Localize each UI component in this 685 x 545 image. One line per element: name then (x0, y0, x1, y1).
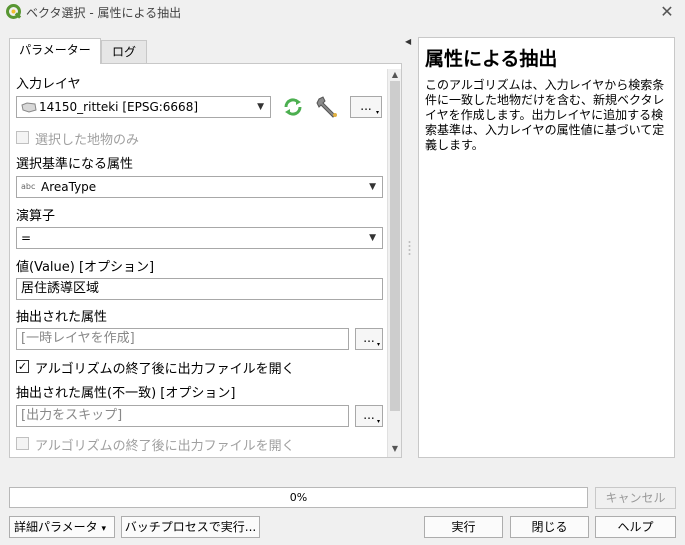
help-description: このアルゴリズムは、入力レイヤから検索条件に一致した地物だけを含む、新規ベクタレ… (425, 78, 665, 152)
collapse-arrow-icon[interactable]: ◀ (405, 37, 411, 46)
attribute-value: AreaType (41, 180, 97, 194)
extracted-output-options-button[interactable]: ... ▾ (355, 328, 383, 350)
parameters-scrollbar[interactable]: ▲ ▼ (387, 69, 401, 457)
open-after2-label: アルゴリズムの終了後に出力ファイルを開く (35, 439, 295, 454)
text-field-type-icon: abc (21, 182, 36, 191)
open-after-checkbox[interactable]: ✓ (16, 360, 29, 373)
close-button[interactable]: 閉じる (510, 516, 589, 538)
scroll-thumb[interactable] (390, 81, 400, 411)
input-layer-value: 14150_ritteki [EPSG:6668] (39, 100, 199, 114)
advanced-label: 詳細パラメータ (14, 520, 98, 534)
value-input[interactable]: 居住誘導区域 (16, 278, 383, 300)
selected-only-label: 選択した地物のみ (35, 133, 140, 148)
progress-bar: 0% (9, 487, 588, 508)
dots-label: ... (360, 99, 372, 113)
help-title: 属性による抽出 (425, 48, 558, 70)
advanced-parameters-button[interactable]: 詳細パラメータ ▾ (9, 516, 115, 538)
help-button[interactable]: ヘルプ (595, 516, 676, 538)
tab-log[interactable]: ログ (101, 40, 147, 64)
dots-label: ... (363, 408, 375, 422)
selected-only-checkbox[interactable] (16, 131, 29, 144)
chevron-down-icon: ▼ (369, 182, 376, 192)
input-layer-combo[interactable]: 14150_ritteki [EPSG:6668] ▼ (16, 96, 271, 118)
splitter-handle[interactable] (408, 240, 411, 258)
attribute-combo[interactable]: abc AreaType ▼ (16, 176, 383, 198)
nonmatching-output-field[interactable]: [出力をスキップ] (16, 405, 349, 427)
title-bar: ベクタ選択 - 属性による抽出 ✕ (0, 0, 685, 24)
value-label: 値(Value) [オプション] (16, 260, 155, 275)
operator-value: = (21, 231, 32, 245)
chevron-down-icon: ▾ (376, 341, 380, 348)
scroll-down-icon[interactable]: ▼ (388, 443, 402, 455)
run-button[interactable]: 実行 (424, 516, 503, 538)
chevron-down-icon: ▾ (376, 418, 380, 425)
input-layer-label: 入力レイヤ (16, 77, 81, 92)
extracted-output-field[interactable]: [一時レイヤを作成] (16, 328, 349, 350)
window-title: ベクタ選択 - 属性による抽出 (26, 6, 182, 20)
cancel-button[interactable]: キャンセル (595, 487, 676, 509)
nonmatching-output-options-button[interactable]: ... ▾ (355, 405, 383, 427)
help-panel: 属性による抽出 このアルゴリズムは、入力レイヤから検索条件に一致した地物だけを含… (418, 37, 675, 458)
nonmatching-label: 抽出された属性(不一致) [オプション] (16, 386, 236, 401)
tab-parameters[interactable]: パラメーター (9, 38, 101, 64)
polygon-layer-icon (21, 102, 37, 113)
operator-label: 演算子 (16, 209, 56, 224)
qgis-logo-icon (6, 4, 22, 19)
operator-combo[interactable]: = ▼ (16, 227, 383, 249)
attribute-label: 選択基準になる属性 (16, 157, 134, 172)
chevron-down-icon: ▾ (375, 109, 379, 116)
refresh-icon[interactable] (281, 96, 305, 118)
input-layer-options-button[interactable]: ... ▾ (350, 96, 382, 118)
chevron-down-icon: ▼ (257, 102, 264, 112)
open-after2-checkbox[interactable] (16, 437, 29, 450)
open-after-label: アルゴリズムの終了後に出力ファイルを開く (35, 362, 295, 377)
close-icon[interactable]: ✕ (657, 2, 677, 22)
wrench-icon[interactable] (315, 95, 341, 119)
batch-process-button[interactable]: バッチプロセスで実行... (121, 516, 260, 538)
chevron-down-icon: ▼ (369, 233, 376, 243)
chevron-down-icon: ▾ (101, 524, 107, 534)
dots-label: ... (363, 331, 375, 345)
scroll-up-icon[interactable]: ▲ (388, 69, 402, 81)
extracted-label: 抽出された属性 (16, 310, 108, 325)
